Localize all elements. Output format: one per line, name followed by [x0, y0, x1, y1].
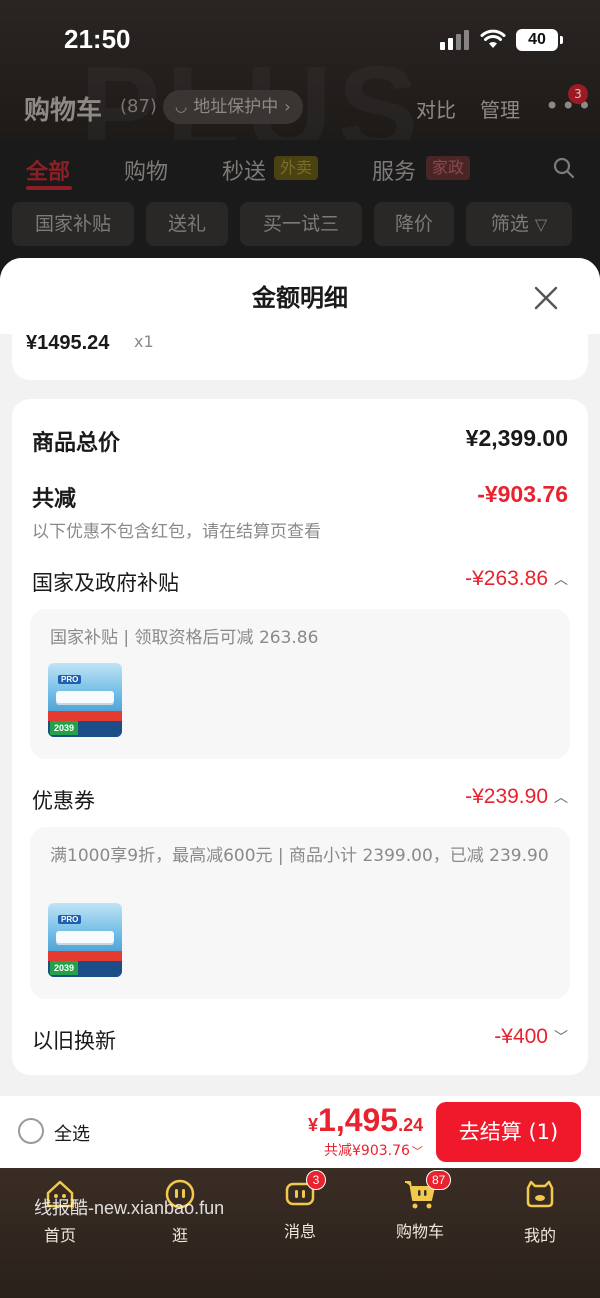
product-thumbnail: PRO 2039 [48, 663, 122, 737]
total-value: ¥2,399.00 [465, 425, 568, 451]
tab-shopping[interactable]: 购物 [124, 154, 168, 186]
tab-cart-label: 购物车 [395, 1222, 444, 1241]
coupon-toggle[interactable]: -¥239.90 ︿ [465, 785, 568, 809]
subsidy-value: -¥263.86 [465, 567, 548, 590]
chevron-down-icon: ﹀ [554, 1029, 568, 1046]
cart-icon-wrap: 87 [402, 1170, 452, 1212]
tab-mine[interactable]: 我的 [490, 1176, 590, 1246]
price-integer: 1,495 [318, 1102, 399, 1138]
tab-mine-label: 我的 [523, 1226, 556, 1245]
tradein-toggle[interactable]: -¥400 ﹀ [494, 1025, 568, 1049]
cellular-signal-icon [440, 30, 469, 50]
battery-icon: 40 [516, 29, 563, 51]
coupon-detail: 满1000享9折，最高减600元 | 商品小计 2399.00，已减 239.9… [30, 827, 570, 999]
item-price: ¥1495.24 [26, 332, 110, 354]
filter-price-drop[interactable]: 降价 [374, 202, 454, 246]
wifi-icon [480, 29, 506, 48]
air-conditioner-image [56, 691, 114, 703]
tab-home-label: 首页 [43, 1226, 76, 1245]
price-tag: 2039 [50, 721, 78, 735]
total-price: ¥1,495.24 [308, 1102, 423, 1139]
discount-text: 共减¥903.76 [324, 1143, 410, 1159]
tab-bar: 首页 逛 3 消息 87 购物车 我的 [0, 1168, 600, 1298]
filter-national-subsidy[interactable]: 国家补贴 [12, 202, 134, 246]
tradein-label: 以旧换新 [32, 1029, 116, 1053]
messages-badge: 3 [306, 1170, 326, 1190]
smile-icon: ◡ [175, 99, 188, 115]
close-icon[interactable] [528, 280, 564, 316]
price-decimal: .24 [398, 1115, 424, 1135]
housekeeping-tag: 家政 [426, 156, 471, 180]
coupon-value: -¥239.90 [465, 785, 548, 808]
cart-count: (87) [120, 96, 157, 117]
promo-band [48, 951, 122, 961]
compare-button[interactable]: 对比 [416, 94, 456, 123]
amount-detail-sheet: ¥1495.24 x1 金额明细 商品总价 ¥2,399.00 共减 -¥903… [0, 258, 600, 1098]
cart-badge: 87 [426, 1170, 452, 1190]
tab-messages[interactable]: 3 消息 [250, 1170, 350, 1242]
discount-summary[interactable]: 共减¥903.76 ﹀ [324, 1140, 423, 1160]
subsidy-detail-text: 国家补贴 | 领取资格后可减 263.86 [50, 628, 319, 648]
promo-band [48, 711, 122, 721]
coupon-label: 优惠券 [32, 789, 95, 813]
amount-breakdown-card: 商品总价 ¥2,399.00 共减 -¥903.76 以下优惠不包含红包，请在结… [12, 399, 588, 1075]
takeout-tag: 外卖 [274, 156, 319, 180]
search-icon[interactable] [552, 156, 576, 180]
pro-badge: PRO [58, 915, 82, 924]
tab-service[interactable]: 服务 [372, 154, 416, 186]
profile-icon [526, 1180, 554, 1208]
messages-icon-wrap: 3 [282, 1170, 326, 1212]
currency-symbol: ¥ [308, 1115, 319, 1135]
manage-button[interactable]: 管理 [480, 94, 520, 123]
checkout-button[interactable]: 去结算 (1) [436, 1102, 581, 1162]
cart-header: 购物车 (87) ◡ 地址保护中 › 对比 管理 ••• 3 [0, 80, 600, 140]
tab-explore-label: 逛 [171, 1226, 188, 1245]
subsidy-toggle[interactable]: -¥263.86 ︿ [465, 567, 568, 591]
chevron-down-icon: ﹀ [411, 1145, 423, 1158]
filter-label: 筛选 [490, 213, 529, 235]
active-tab-indicator [26, 186, 72, 190]
address-protect-pill[interactable]: ◡ 地址保护中 › [163, 90, 303, 124]
tab-cart[interactable]: 87 购物车 [370, 1170, 470, 1242]
product-thumbnail: PRO 2039 [48, 903, 122, 977]
checkout-bar: 全选 ¥1,495.24 共减¥903.76 ﹀ 去结算 (1) [0, 1096, 600, 1168]
chevron-up-icon: ︿ [554, 571, 568, 588]
select-all-label[interactable]: 全选 [54, 1120, 90, 1146]
address-protect-label: 地址保护中 [193, 97, 279, 117]
item-quantity: x1 [134, 332, 154, 351]
pro-badge: PRO [58, 675, 82, 684]
total-label: 商品总价 [32, 431, 121, 456]
chevron-right-icon: › [284, 97, 291, 116]
reduce-value: -¥903.76 [477, 481, 568, 507]
watermark-text: 线报酷-new.xianbao.fun [34, 1198, 225, 1218]
reduce-note: 以下优惠不包含红包，请在结算页查看 [32, 522, 321, 542]
filter-button[interactable]: 筛选 ▽ [466, 202, 572, 246]
subsidy-label: 国家及政府补贴 [32, 571, 179, 595]
reduce-label: 共减 [32, 487, 77, 512]
sheet-title: 金额明细 [252, 284, 348, 312]
filter-gift[interactable]: 送礼 [146, 202, 228, 246]
funnel-icon: ▽ [534, 215, 548, 234]
tab-instant[interactable]: 秒送 [222, 154, 266, 186]
tab-all[interactable]: 全部 [26, 154, 70, 186]
tradein-value: -¥400 [494, 1025, 548, 1048]
price-tag: 2039 [50, 961, 78, 975]
select-all-radio[interactable] [18, 1118, 44, 1144]
more-badge: 3 [568, 84, 588, 104]
status-bar: 21:50 40 [0, 0, 600, 80]
cart-title: 购物车 [24, 96, 103, 126]
item-card: ¥1495.24 x1 [12, 318, 588, 380]
subsidy-detail: 国家补贴 | 领取资格后可减 263.86 PRO 2039 [30, 609, 570, 759]
chevron-up-icon: ︿ [554, 789, 568, 806]
air-conditioner-image [56, 931, 114, 943]
filter-try-three[interactable]: 买一试三 [240, 202, 362, 246]
coupon-detail-text: 满1000享9折，最高减600元 | 商品小计 2399.00，已减 239.9… [50, 846, 549, 866]
status-time: 21:50 [64, 24, 131, 54]
tab-messages-label: 消息 [283, 1222, 316, 1241]
